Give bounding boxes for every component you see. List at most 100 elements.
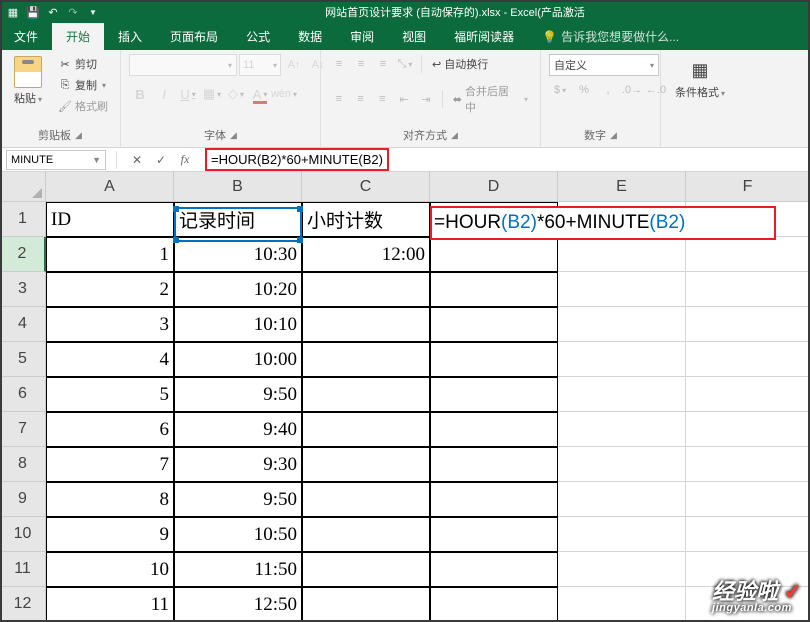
cell-C2[interactable]: 12:00 bbox=[302, 237, 430, 272]
merge-button[interactable]: ⬌合并后居中▾ bbox=[449, 81, 532, 117]
row-header-7[interactable]: 7 bbox=[0, 412, 46, 447]
row-header-8[interactable]: 8 bbox=[0, 447, 46, 482]
cell-C8[interactable] bbox=[302, 447, 430, 482]
cell-D10[interactable] bbox=[430, 517, 558, 552]
align-bottom-button[interactable]: ≡ bbox=[373, 54, 393, 74]
cell-F3[interactable] bbox=[686, 272, 810, 307]
fill-color-button[interactable]: ◇▾ bbox=[225, 83, 247, 105]
cell-F7[interactable] bbox=[686, 412, 810, 447]
cell-E6[interactable] bbox=[558, 377, 686, 412]
align-right-button[interactable]: ≡ bbox=[373, 89, 393, 109]
cell-E4[interactable] bbox=[558, 307, 686, 342]
paste-button[interactable]: 粘贴▾ bbox=[8, 54, 48, 108]
expand-icon[interactable]: ◢ bbox=[451, 130, 458, 141]
cell-A8[interactable]: 7 bbox=[46, 447, 174, 482]
currency-button[interactable]: $▾ bbox=[549, 79, 571, 101]
row-header-6[interactable]: 6 bbox=[0, 377, 46, 412]
cancel-formula-button[interactable]: ✕ bbox=[125, 150, 149, 170]
font-color-button[interactable]: A▾ bbox=[249, 83, 271, 105]
cell-A10[interactable]: 9 bbox=[46, 517, 174, 552]
cell-D2[interactable] bbox=[430, 237, 558, 272]
percent-button[interactable]: % bbox=[573, 79, 595, 101]
cell-A7[interactable]: 6 bbox=[46, 412, 174, 447]
cell-D4[interactable] bbox=[430, 307, 558, 342]
tab-insert[interactable]: 插入 bbox=[104, 23, 156, 50]
conditional-format-button[interactable]: ▦ 条件格式▾ bbox=[669, 54, 731, 102]
phonetic-button[interactable]: wén▾ bbox=[273, 83, 295, 105]
expand-icon[interactable]: ◢ bbox=[230, 130, 237, 141]
cell-E9[interactable] bbox=[558, 482, 686, 517]
cell-E2[interactable] bbox=[558, 237, 686, 272]
wrap-text-button[interactable]: ↩自动换行 bbox=[428, 54, 492, 74]
cell-B11[interactable]: 11:50 bbox=[174, 552, 302, 587]
cell-B1[interactable]: 记录时间 bbox=[174, 202, 302, 237]
cell-C10[interactable] bbox=[302, 517, 430, 552]
cell-A4[interactable]: 3 bbox=[46, 307, 174, 342]
cell-B4[interactable]: 10:10 bbox=[174, 307, 302, 342]
expand-icon[interactable]: ◢ bbox=[610, 130, 617, 141]
cell-F6[interactable] bbox=[686, 377, 810, 412]
cell-C4[interactable] bbox=[302, 307, 430, 342]
cell-B7[interactable]: 9:40 bbox=[174, 412, 302, 447]
cell-C6[interactable] bbox=[302, 377, 430, 412]
col-header-A[interactable]: A bbox=[46, 172, 174, 202]
indent-inc-button[interactable]: ⇥ bbox=[416, 89, 436, 109]
col-header-C[interactable]: C bbox=[302, 172, 430, 202]
format-painter-button[interactable]: 🖌格式刷 bbox=[54, 96, 112, 116]
underline-button[interactable]: U▾ bbox=[177, 83, 199, 105]
cell-B10[interactable]: 10:50 bbox=[174, 517, 302, 552]
tab-layout[interactable]: 页面布局 bbox=[156, 23, 232, 50]
font-shrink-button[interactable]: A↓ bbox=[307, 54, 329, 76]
tab-formula[interactable]: 公式 bbox=[232, 23, 284, 50]
align-middle-button[interactable]: ≡ bbox=[351, 54, 371, 74]
row-header-10[interactable]: 10 bbox=[0, 517, 46, 552]
redo-icon[interactable]: ↷ bbox=[66, 5, 80, 19]
cell-A3[interactable]: 2 bbox=[46, 272, 174, 307]
cell-C12[interactable] bbox=[302, 587, 430, 622]
select-all-corner[interactable] bbox=[0, 172, 46, 202]
align-left-button[interactable]: ≡ bbox=[329, 89, 349, 109]
cell-F4[interactable] bbox=[686, 307, 810, 342]
expand-icon[interactable]: ◢ bbox=[75, 130, 82, 141]
accept-formula-button[interactable]: ✓ bbox=[149, 150, 173, 170]
col-header-D[interactable]: D bbox=[430, 172, 558, 202]
cell-E3[interactable] bbox=[558, 272, 686, 307]
cell-B2[interactable]: 10:30 bbox=[174, 237, 302, 272]
save-icon[interactable]: 💾 bbox=[26, 5, 40, 19]
cell-D11[interactable] bbox=[430, 552, 558, 587]
cell-B6[interactable]: 9:50 bbox=[174, 377, 302, 412]
cell-A2[interactable]: 1 bbox=[46, 237, 174, 272]
align-top-button[interactable]: ≡ bbox=[329, 54, 349, 74]
cell-D7[interactable] bbox=[430, 412, 558, 447]
tab-foxit[interactable]: 福昕阅读器 bbox=[440, 23, 528, 50]
cell-D6[interactable] bbox=[430, 377, 558, 412]
fx-button[interactable]: fx bbox=[173, 150, 197, 170]
cell-C5[interactable] bbox=[302, 342, 430, 377]
inc-decimal-button[interactable]: .0→ bbox=[621, 79, 643, 101]
row-header-9[interactable]: 9 bbox=[0, 482, 46, 517]
row-header-1[interactable]: 1 bbox=[0, 202, 46, 237]
font-grow-button[interactable]: A↑ bbox=[283, 54, 305, 76]
row-header-3[interactable]: 3 bbox=[0, 272, 46, 307]
row-header-11[interactable]: 11 bbox=[0, 552, 46, 587]
cell-D12[interactable] bbox=[430, 587, 558, 622]
cell-F10[interactable] bbox=[686, 517, 810, 552]
cell-D5[interactable] bbox=[430, 342, 558, 377]
cell-D3[interactable] bbox=[430, 272, 558, 307]
row-header-5[interactable]: 5 bbox=[0, 342, 46, 377]
font-name-combo[interactable]: ▾ bbox=[129, 54, 237, 76]
cell-F9[interactable] bbox=[686, 482, 810, 517]
dec-decimal-button[interactable]: ←.0 bbox=[645, 79, 667, 101]
bold-button[interactable]: B bbox=[129, 83, 151, 105]
col-header-F[interactable]: F bbox=[686, 172, 810, 202]
cell-E8[interactable] bbox=[558, 447, 686, 482]
col-header-B[interactable]: B bbox=[174, 172, 302, 202]
tab-home[interactable]: 开始 bbox=[52, 23, 104, 50]
tab-view[interactable]: 视图 bbox=[388, 23, 440, 50]
cell-F8[interactable] bbox=[686, 447, 810, 482]
indent-dec-button[interactable]: ⇤ bbox=[394, 89, 414, 109]
number-format-combo[interactable]: 自定义▾ bbox=[549, 54, 659, 76]
cell-B12[interactable]: 12:50 bbox=[174, 587, 302, 622]
comma-button[interactable]: , bbox=[597, 79, 619, 101]
cell-C7[interactable] bbox=[302, 412, 430, 447]
